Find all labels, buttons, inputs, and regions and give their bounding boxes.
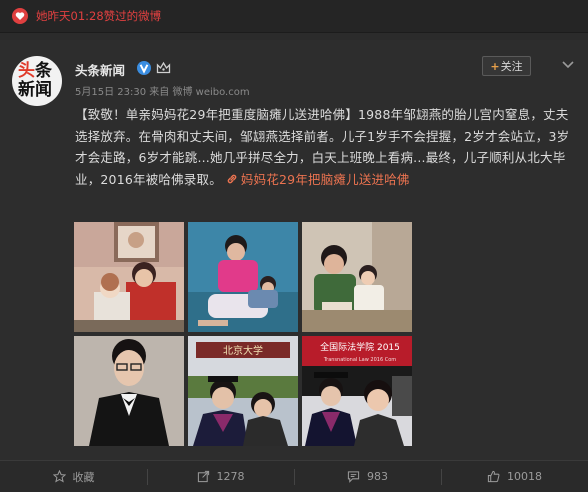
banner-text: 全国际法学院 2015 [320,341,400,353]
follow-label: 关注 [500,60,523,73]
repost-count: 1278 [216,470,245,483]
follow-plus: + [490,59,500,73]
photo-son-portrait-4[interactable] [74,336,184,446]
like-count: 10018 [507,470,542,483]
liked-notice-bar: 她昨天01:28赞过的微博 [0,0,588,33]
link-icon [227,174,237,183]
avatar-glyph-2: 条 [35,61,52,81]
photo-law-graduation-6[interactable]: 全国际法学院 2015 Transnational Law 2016 Com [302,336,412,446]
verified-badge-icon [137,61,151,75]
chevron-down-icon[interactable] [561,60,575,70]
post-body: 【致敬！单亲妈妈花29年把重度脑瘫儿送进哈佛】1988年邹翃燕的胎儿宫内窒息，丈… [75,104,575,190]
thumb-up-icon [487,470,500,483]
gate-sign-text: 北京大学 [223,344,263,357]
avatar-glyph-1: 头 [18,61,35,81]
weibo-post-card: 头条 新闻 头条新闻 5月15日 23:30 来自 微博 weibo.com +… [0,40,588,460]
post-source[interactable]: 来自 微博 weibo.com [149,87,249,98]
follow-button[interactable]: + 关注 [482,56,531,76]
author-name[interactable]: 头条新闻 [75,60,125,79]
comment-count: 983 [367,470,388,483]
repost-button[interactable]: 1278 [147,461,294,492]
photo-mother-baby-1[interactable] [74,222,184,332]
photo-peking-graduation-5[interactable]: 北京大学 [188,336,298,446]
star-icon [52,470,66,483]
photo-mother-toddler-3[interactable] [302,222,412,332]
photo-mother-child-2[interactable] [188,222,298,332]
heart-icon [12,8,28,24]
comment-button[interactable]: 983 [294,461,441,492]
like-button[interactable]: 10018 [441,461,588,492]
banner-subtext: Transnational Law 2016 Com [323,357,396,363]
post-article-link[interactable]: 妈妈花29年把脑瘫儿送进哈佛 [241,172,410,187]
post-timestamp[interactable]: 5月15日 23:30 [75,87,146,98]
avatar-glyph-3: 新闻 [18,80,52,100]
avatar[interactable]: 头条 新闻 [12,56,62,106]
post-meta: 5月15日 23:30 来自 微博 weibo.com [75,83,250,98]
action-bar: 收藏 1278 983 10018 [0,460,588,492]
comment-icon [347,471,360,483]
share-icon [197,470,209,483]
favorite-label: 收藏 [72,470,95,484]
favorite-button[interactable]: 收藏 [0,461,147,492]
member-crown-icon[interactable] [156,61,171,75]
liked-notice-text: 她昨天01:28赞过的微博 [36,9,162,23]
